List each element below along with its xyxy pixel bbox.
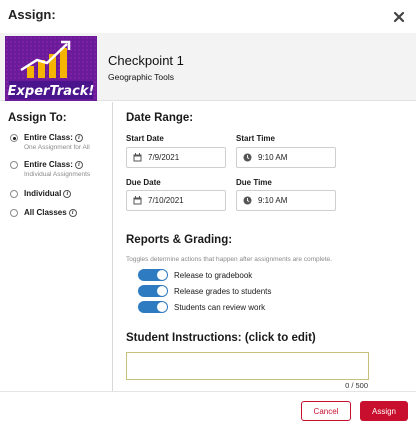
assign-button[interactable]: Assign: [360, 401, 408, 421]
assignment-subtitle: Geographic Tools: [108, 72, 174, 82]
toggle-row-review-work: Students can review work: [138, 301, 265, 313]
radio-label: Individual: [24, 189, 62, 198]
radio-entire-class-one[interactable]: Entire Class: i One Assignment for All: [10, 133, 90, 151]
assignment-banner: ExperTrack! Checkpoint 1 Geographic Tool…: [0, 33, 416, 101]
thumbnail-logo-text: ExperTrack!: [8, 84, 95, 99]
start-date-field[interactable]: 7/9/2021: [126, 147, 226, 168]
cancel-button[interactable]: Cancel: [301, 401, 351, 421]
modal-header: Assign:: [0, 0, 416, 32]
clock-icon: [243, 153, 252, 162]
start-time-value: 9:10 AM: [258, 153, 288, 162]
start-date-value: 7/9/2021: [148, 153, 180, 162]
student-instructions-heading[interactable]: Student Instructions: (click to edit): [126, 332, 316, 344]
radio-button[interactable]: [10, 161, 18, 169]
assignment-name: Checkpoint 1: [108, 53, 184, 68]
toggle-label: Students can review work: [174, 302, 266, 312]
due-date-label: Due Date: [126, 178, 161, 187]
start-date-label: Start Date: [126, 134, 164, 143]
calendar-icon: [133, 153, 142, 162]
assignment-thumbnail: ExperTrack!: [5, 36, 97, 101]
radio-label: All Classes: [24, 208, 67, 217]
radio-button[interactable]: [10, 190, 18, 198]
modal-title: Assign:: [8, 7, 56, 22]
radio-button[interactable]: [10, 134, 18, 142]
reports-grading-heading: Reports & Grading:: [126, 234, 233, 246]
date-range-heading: Date Range:: [126, 112, 194, 124]
radio-button[interactable]: [10, 209, 18, 217]
toggle-row-release-gradebook: Release to gradebook: [138, 269, 252, 281]
due-date-field[interactable]: 7/10/2021: [126, 190, 226, 211]
info-icon[interactable]: i: [74, 133, 83, 142]
start-time-label: Start Time: [236, 134, 275, 143]
radio-individual[interactable]: Individual i: [10, 189, 72, 198]
char-count: 0 / 500: [345, 381, 368, 390]
release-grades-toggle[interactable]: [138, 285, 168, 297]
student-instructions-input[interactable]: [126, 352, 369, 380]
radio-all-classes[interactable]: All Classes i: [10, 208, 77, 217]
due-time-label: Due Time: [236, 178, 272, 187]
clock-icon: [243, 196, 252, 205]
start-time-field[interactable]: 9:10 AM: [236, 147, 336, 168]
info-icon[interactable]: i: [63, 189, 72, 198]
due-time-field[interactable]: 9:10 AM: [236, 190, 336, 211]
info-icon[interactable]: i: [74, 160, 83, 169]
due-date-value: 7/10/2021: [148, 196, 184, 205]
assign-to-heading: Assign To:: [8, 112, 67, 124]
radio-entire-class-individual[interactable]: Entire Class: i Individual Assignments: [10, 160, 90, 178]
release-gradebook-toggle[interactable]: [138, 269, 168, 281]
modal-footer: Cancel Assign: [0, 391, 416, 427]
radio-label: Entire Class:: [24, 160, 73, 169]
radio-sublabel: One Assignment for All: [24, 144, 90, 151]
due-time-value: 9:10 AM: [258, 196, 288, 205]
review-work-toggle[interactable]: [138, 301, 168, 313]
radio-sublabel: Individual Assignments: [24, 171, 91, 178]
assign-to-panel: Assign To: Entire Class: i One Assignmen…: [0, 102, 113, 391]
settings-panel: Date Range: Start Date 7/9/2021 Start Ti…: [114, 102, 416, 391]
calendar-icon: [133, 196, 142, 205]
radio-label: Entire Class:: [24, 133, 73, 142]
info-icon[interactable]: i: [68, 208, 77, 217]
toggle-hint: Toggles determine actions that happen af…: [126, 256, 332, 263]
close-icon[interactable]: [392, 10, 406, 24]
toggle-row-release-grades: Release grades to students: [138, 285, 271, 297]
toggle-label: Release grades to students: [174, 286, 272, 296]
toggle-label: Release to gradebook: [174, 270, 253, 280]
